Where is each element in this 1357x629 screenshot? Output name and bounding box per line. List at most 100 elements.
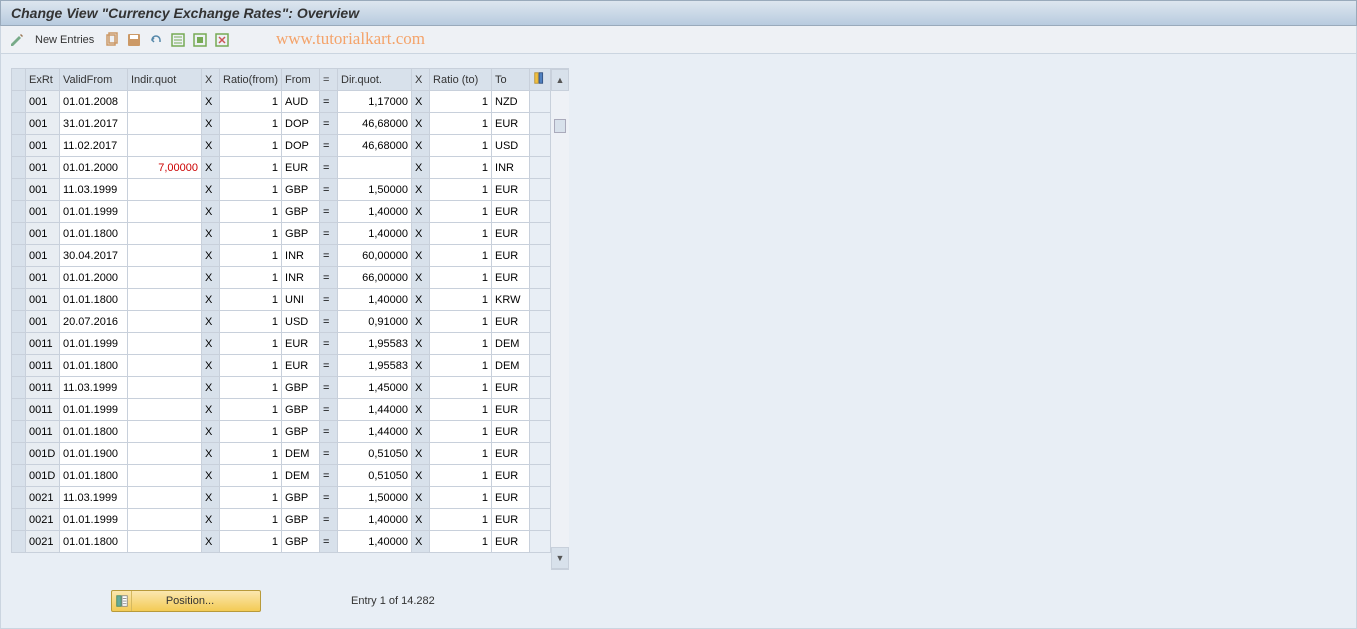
cell-ratio-to[interactable]: 1 xyxy=(430,223,492,245)
cell-indir-quot[interactable] xyxy=(128,355,202,377)
row-selector[interactable] xyxy=(12,399,26,421)
col-ratio-to[interactable]: Ratio (to) xyxy=(430,69,492,91)
cell-exrt[interactable]: 0011 xyxy=(26,333,60,355)
row-selector[interactable] xyxy=(12,135,26,157)
cell-indir-quot[interactable] xyxy=(128,531,202,553)
cell-ratio-from[interactable]: 1 xyxy=(220,421,282,443)
cell-to[interactable]: EUR xyxy=(492,509,530,531)
cell-to[interactable]: EUR xyxy=(492,311,530,333)
cell-dir-quot[interactable]: 1,50000 xyxy=(338,487,412,509)
cell-validfrom[interactable]: 01.01.1999 xyxy=(60,333,128,355)
cell-from[interactable]: GBP xyxy=(282,223,320,245)
cell-to[interactable]: DEM xyxy=(492,333,530,355)
cell-exrt[interactable]: 001 xyxy=(26,157,60,179)
cell-indir-quot[interactable] xyxy=(128,267,202,289)
cell-ratio-from[interactable]: 1 xyxy=(220,157,282,179)
col-exrt[interactable]: ExRt xyxy=(26,69,60,91)
cell-ratio-from[interactable]: 1 xyxy=(220,333,282,355)
undo-icon[interactable] xyxy=(148,32,164,48)
cell-dir-quot[interactable]: 1,50000 xyxy=(338,179,412,201)
row-selector[interactable] xyxy=(12,179,26,201)
cell-dir-quot[interactable]: 1,40000 xyxy=(338,223,412,245)
cell-dir-quot[interactable]: 1,95583 xyxy=(338,333,412,355)
cell-ratio-to[interactable]: 1 xyxy=(430,443,492,465)
cell-exrt[interactable]: 0021 xyxy=(26,487,60,509)
row-selector[interactable] xyxy=(12,531,26,553)
vertical-scrollbar[interactable]: ▲ ▼ xyxy=(551,68,569,570)
col-x2[interactable]: X xyxy=(412,69,430,91)
cell-ratio-to[interactable]: 1 xyxy=(430,91,492,113)
cell-dir-quot[interactable]: 1,17000 xyxy=(338,91,412,113)
cell-from[interactable]: EUR xyxy=(282,333,320,355)
cell-validfrom[interactable]: 01.01.1800 xyxy=(60,355,128,377)
row-selector[interactable] xyxy=(12,421,26,443)
cell-from[interactable]: UNI xyxy=(282,289,320,311)
cell-from[interactable]: GBP xyxy=(282,399,320,421)
col-equals[interactable]: = xyxy=(320,69,338,91)
cell-from[interactable]: GBP xyxy=(282,531,320,553)
cell-ratio-from[interactable]: 1 xyxy=(220,289,282,311)
scroll-track[interactable] xyxy=(551,91,569,547)
cell-from[interactable]: DOP xyxy=(282,135,320,157)
cell-ratio-to[interactable]: 1 xyxy=(430,245,492,267)
scroll-down-button[interactable]: ▼ xyxy=(551,547,569,569)
row-selector[interactable] xyxy=(12,509,26,531)
cell-ratio-to[interactable]: 1 xyxy=(430,135,492,157)
cell-indir-quot[interactable] xyxy=(128,333,202,355)
position-button[interactable]: Position... xyxy=(111,590,261,612)
cell-dir-quot[interactable]: 66,00000 xyxy=(338,267,412,289)
cell-exrt[interactable]: 001 xyxy=(26,113,60,135)
cell-to[interactable]: EUR xyxy=(492,487,530,509)
cell-from[interactable]: USD xyxy=(282,311,320,333)
cell-indir-quot[interactable] xyxy=(128,245,202,267)
cell-ratio-from[interactable]: 1 xyxy=(220,465,282,487)
cell-dir-quot[interactable]: 1,44000 xyxy=(338,421,412,443)
cell-from[interactable]: DEM xyxy=(282,443,320,465)
cell-ratio-from[interactable]: 1 xyxy=(220,355,282,377)
col-ratio-from[interactable]: Ratio(from) xyxy=(220,69,282,91)
cell-ratio-to[interactable]: 1 xyxy=(430,201,492,223)
cell-ratio-to[interactable]: 1 xyxy=(430,179,492,201)
cell-indir-quot[interactable] xyxy=(128,113,202,135)
row-selector[interactable] xyxy=(12,289,26,311)
row-selector[interactable] xyxy=(12,223,26,245)
cell-indir-quot[interactable] xyxy=(128,135,202,157)
col-validfrom[interactable]: ValidFrom xyxy=(60,69,128,91)
cell-to[interactable]: DEM xyxy=(492,355,530,377)
change-icon[interactable] xyxy=(9,32,25,48)
cell-ratio-from[interactable]: 1 xyxy=(220,201,282,223)
cell-ratio-from[interactable]: 1 xyxy=(220,223,282,245)
table-config-icon[interactable] xyxy=(530,69,551,91)
cell-dir-quot[interactable]: 1,95583 xyxy=(338,355,412,377)
cell-validfrom[interactable]: 11.03.1999 xyxy=(60,377,128,399)
cell-indir-quot[interactable] xyxy=(128,443,202,465)
cell-to[interactable]: EUR xyxy=(492,201,530,223)
scroll-thumb[interactable] xyxy=(554,119,566,133)
cell-to[interactable]: EUR xyxy=(492,465,530,487)
row-selector[interactable] xyxy=(12,245,26,267)
cell-validfrom[interactable]: 01.01.2000 xyxy=(60,157,128,179)
cell-ratio-to[interactable]: 1 xyxy=(430,377,492,399)
cell-ratio-from[interactable]: 1 xyxy=(220,443,282,465)
save-icon[interactable] xyxy=(126,32,142,48)
cell-ratio-from[interactable]: 1 xyxy=(220,245,282,267)
cell-indir-quot[interactable] xyxy=(128,179,202,201)
row-selector[interactable] xyxy=(12,443,26,465)
cell-dir-quot[interactable]: 46,68000 xyxy=(338,135,412,157)
cell-dir-quot[interactable]: 60,00000 xyxy=(338,245,412,267)
scroll-up-button[interactable]: ▲ xyxy=(551,69,569,91)
cell-from[interactable]: GBP xyxy=(282,487,320,509)
copy-icon[interactable] xyxy=(104,32,120,48)
cell-indir-quot[interactable] xyxy=(128,487,202,509)
cell-indir-quot[interactable] xyxy=(128,201,202,223)
cell-indir-quot[interactable]: 7,00000 xyxy=(128,157,202,179)
cell-ratio-from[interactable]: 1 xyxy=(220,509,282,531)
cell-exrt[interactable]: 0011 xyxy=(26,399,60,421)
cell-exrt[interactable]: 001 xyxy=(26,223,60,245)
cell-to[interactable]: EUR xyxy=(492,223,530,245)
row-selector[interactable] xyxy=(12,465,26,487)
cell-indir-quot[interactable] xyxy=(128,91,202,113)
cell-ratio-to[interactable]: 1 xyxy=(430,421,492,443)
cell-validfrom[interactable]: 31.01.2017 xyxy=(60,113,128,135)
cell-exrt[interactable]: 001D xyxy=(26,443,60,465)
